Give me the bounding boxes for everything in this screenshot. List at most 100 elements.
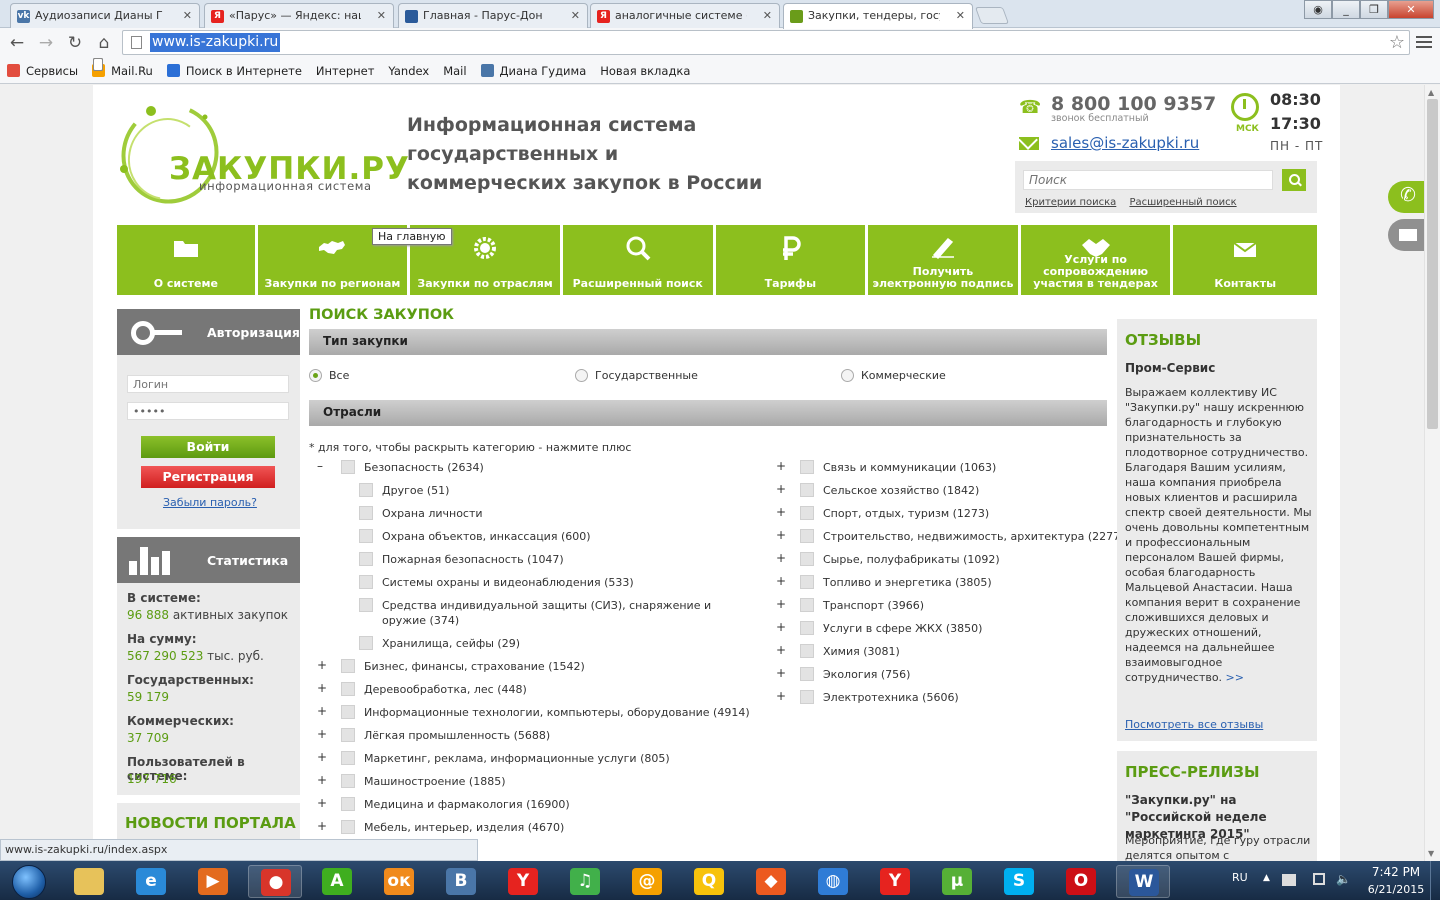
expand-icon[interactable]: + <box>776 621 790 634</box>
bookmark-item[interactable]: Диана Гудима <box>480 64 586 78</box>
nav-item[interactable]: Получить электронную подпись <box>868 225 1018 295</box>
side-mail-button[interactable] <box>1388 219 1424 251</box>
side-call-button[interactable] <box>1388 181 1424 213</box>
expand-icon[interactable]: + <box>776 506 790 519</box>
category-checkbox[interactable] <box>800 506 814 520</box>
close-window-button[interactable]: ✕ <box>1388 0 1434 19</box>
category-checkbox[interactable] <box>359 483 373 497</box>
radio-selected-icon[interactable] <box>309 369 322 382</box>
expand-icon[interactable]: + <box>317 682 331 695</box>
search-button[interactable] <box>1282 169 1306 191</box>
nav-item[interactable]: Услуги по сопровождению участия в тендер… <box>1020 225 1171 295</box>
expand-icon[interactable]: + <box>317 774 331 787</box>
taskbar-app[interactable]: e <box>124 865 178 898</box>
category-checkbox[interactable] <box>359 575 373 589</box>
login-button[interactable]: Войти <box>141 436 275 458</box>
subcategory-item[interactable]: Охрана объектов, инкассация (600) <box>359 529 591 544</box>
category-item[interactable]: + Машиностроение (1885) <box>317 774 506 789</box>
bookmark-item[interactable]: Новая вкладка <box>93 58 690 78</box>
category-checkbox[interactable] <box>800 621 814 635</box>
taskbar-app[interactable]: µ <box>930 865 984 898</box>
expand-icon[interactable]: + <box>317 751 331 764</box>
expand-icon[interactable]: + <box>317 728 331 741</box>
category-item[interactable]: + Услуги в сфере ЖКХ (3850) <box>776 621 982 636</box>
expand-icon[interactable]: + <box>776 690 790 703</box>
category-item[interactable]: + Деревообработка, лес (448) <box>317 682 527 697</box>
taskbar-app[interactable]: O <box>1054 865 1108 898</box>
category-checkbox[interactable] <box>359 552 373 566</box>
register-button[interactable]: Регистрация <box>141 466 275 488</box>
category-item[interactable]: + Информационные технологии, компьютеры, … <box>317 705 750 720</box>
category-item[interactable]: + Сельское хозяйство (1842) <box>776 483 979 498</box>
category-item[interactable]: + Бизнес, финансы, страхование (1542) <box>317 659 585 674</box>
address-bar[interactable]: www.is-zakupki.ru ☆ <box>122 30 1410 55</box>
subcategory-item[interactable]: Хранилища, сейфы (29) <box>359 636 520 651</box>
email-link[interactable]: sales@is-zakupki.ru <box>1051 134 1199 152</box>
taskbar-app[interactable]: ◍ <box>806 865 860 898</box>
browser-tab[interactable]: Яаналогичные системе «П ✕ <box>590 3 780 28</box>
category-checkbox[interactable] <box>800 483 814 497</box>
category-item[interactable]: + Транспорт (3966) <box>776 598 924 613</box>
bookmark-item[interactable]: Сервисы <box>7 64 78 78</box>
category-item[interactable]: + Маркетинг, реклама, информационные услу… <box>317 751 670 766</box>
taskbar-app[interactable]: Y <box>496 865 550 898</box>
network-icon[interactable] <box>1313 873 1325 885</box>
page-scrollbar[interactable]: ▲ ▼ <box>1424 85 1440 861</box>
category-checkbox[interactable] <box>341 774 355 788</box>
taskbar-app[interactable]: S <box>992 865 1046 898</box>
nav-item[interactable]: Тарифы <box>715 225 866 295</box>
subcategory-item[interactable]: Охрана личности <box>359 506 483 521</box>
tab-close-icon[interactable]: ✕ <box>377 9 386 22</box>
taskbar-app[interactable]: В <box>434 865 488 898</box>
forward-button[interactable]: → <box>35 33 57 53</box>
collapse-icon[interactable]: – <box>317 460 331 473</box>
category-checkbox[interactable] <box>359 529 373 543</box>
tab-close-icon[interactable]: ✕ <box>571 9 580 22</box>
category-checkbox[interactable] <box>341 728 355 742</box>
nav-item[interactable]: Контакты <box>1173 225 1318 295</box>
category-checkbox[interactable] <box>341 705 355 719</box>
category-item[interactable]: + Строительство, недвижимость, архитектур… <box>776 529 1131 544</box>
advanced-search-link[interactable]: Расширенный поиск <box>1129 197 1236 208</box>
expand-icon[interactable]: + <box>776 667 790 680</box>
taskbar-app[interactable]: W <box>1116 865 1170 898</box>
radio-icon[interactable] <box>575 369 588 382</box>
taskbar-app[interactable]: ♫ <box>558 865 612 898</box>
browser-tab[interactable]: Я «Парус» — Яндекс: нашл ✕ <box>204 3 394 28</box>
expand-icon[interactable]: + <box>317 705 331 718</box>
category-checkbox[interactable] <box>800 667 814 681</box>
category-item[interactable]: + Электротехника (5606) <box>776 690 959 705</box>
language-indicator[interactable]: RU <box>1232 871 1248 884</box>
category-item[interactable]: + Мебель, интерьер, изделия (4670) <box>317 820 564 835</box>
subcategory-item[interactable]: Пожарная безопасность (1047) <box>359 552 564 567</box>
taskbar-app[interactable]: ок <box>372 865 426 898</box>
category-checkbox[interactable] <box>341 460 355 474</box>
taskbar-app[interactable]: Q <box>682 865 736 898</box>
new-tab-button[interactable] <box>974 7 1010 24</box>
category-checkbox[interactable] <box>800 460 814 474</box>
browser-tab[interactable]: Главная - Парус-Дон ✕ <box>398 3 588 28</box>
category-checkbox[interactable] <box>800 552 814 566</box>
volume-icon[interactable]: 🔈 <box>1336 872 1351 886</box>
taskbar-app[interactable]: @ <box>620 865 674 898</box>
category-checkbox[interactable] <box>341 659 355 673</box>
category-item[interactable]: + Лёгкая промышленность (5688) <box>317 728 550 743</box>
category-checkbox[interactable] <box>359 636 373 650</box>
category-item[interactable]: + Топливо и энергетика (3805) <box>776 575 992 590</box>
browser-tab[interactable]: vk Аудиозаписи Дианы Г ✕ <box>10 3 200 28</box>
minimize-button[interactable]: _ <box>1332 0 1360 19</box>
subcategory-item[interactable]: Другое (51) <box>359 483 449 498</box>
search-input[interactable] <box>1023 170 1273 190</box>
expand-icon[interactable]: + <box>776 552 790 565</box>
phone-number[interactable]: 8 800 100 9357 <box>1051 93 1216 115</box>
expand-icon[interactable]: + <box>776 644 790 657</box>
address-url[interactable]: www.is-zakupki.ru <box>150 33 281 52</box>
nav-item[interactable]: О системе <box>117 225 255 295</box>
search-criteria-link[interactable]: Критерии поиска <box>1025 197 1116 208</box>
category-item[interactable]: – Безопасность (2634) <box>317 460 484 475</box>
expand-icon[interactable]: + <box>776 483 790 496</box>
category-item[interactable]: + Сырье, полуфабрикаты (1092) <box>776 552 1000 567</box>
show-desktop-button[interactable] <box>1430 861 1440 900</box>
forgot-password-link[interactable]: Забыли пароль? <box>163 496 257 509</box>
radio-commercial[interactable]: Коммерческие <box>841 369 946 382</box>
